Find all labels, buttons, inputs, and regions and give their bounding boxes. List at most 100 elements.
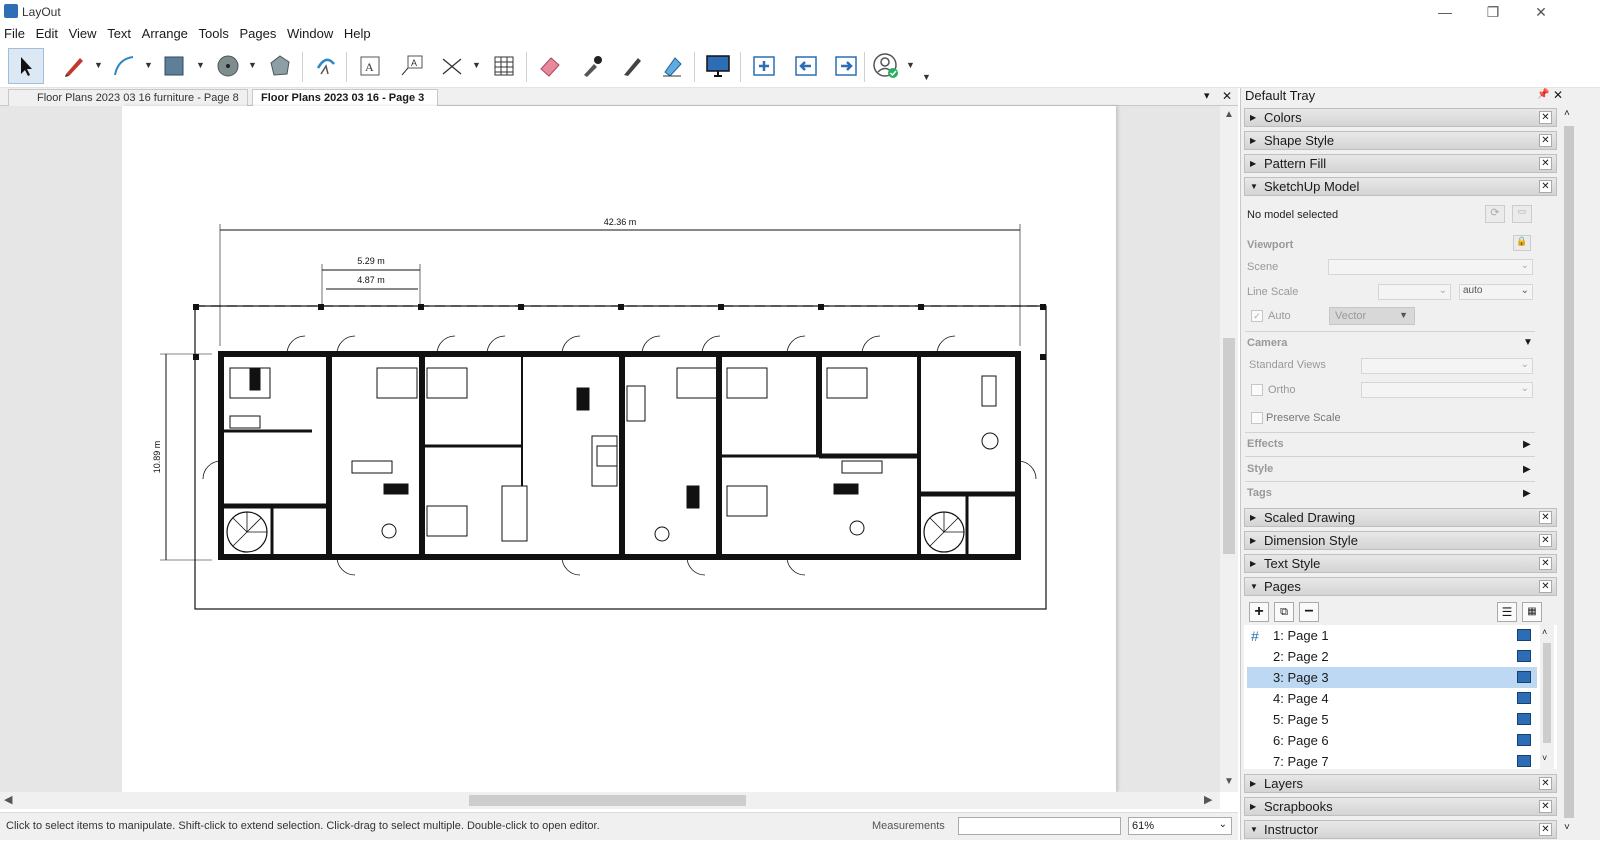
close-window-button[interactable]: ✕ [1518, 2, 1564, 22]
line-tool-dropdown-icon[interactable]: ▼ [94, 60, 104, 70]
monitor-icon[interactable] [1517, 692, 1531, 704]
panel-close-icon[interactable]: ✕ [1539, 580, 1552, 593]
scroll-down-icon[interactable]: ▼ [1224, 776, 1234, 787]
panel-close-icon[interactable]: ✕ [1539, 534, 1552, 547]
panel-pages[interactable]: ▼ Pages ✕ [1244, 577, 1557, 596]
pages-scroll-thumb[interactable] [1543, 643, 1551, 743]
menu-help[interactable]: Help [341, 24, 374, 43]
camera-collapse-icon[interactable]: ▼ [1523, 337, 1533, 348]
panel-close-icon[interactable]: ✕ [1539, 180, 1552, 193]
monitor-icon[interactable] [1517, 671, 1531, 683]
previous-page-button[interactable] [788, 48, 824, 84]
panel-instructor[interactable]: ▼ Instructor ✕ [1244, 820, 1557, 839]
monitor-icon[interactable] [1517, 650, 1531, 662]
style-expand-icon[interactable]: ▶ [1523, 464, 1531, 475]
add-page-button[interactable] [746, 48, 782, 84]
line-tool-button[interactable] [56, 48, 92, 84]
line-scale-input[interactable]: ⌄ [1378, 284, 1451, 300]
menu-text[interactable]: Text [104, 24, 134, 43]
tabs-dropdown-icon[interactable]: ▾ [1204, 89, 1210, 102]
panel-close-icon[interactable]: ✕ [1539, 557, 1552, 570]
monitor-icon[interactable] [1517, 629, 1531, 641]
tab-document-page-8[interactable]: Floor Plans 2023 03 16 furniture - Page … [8, 89, 248, 106]
minimize-button[interactable]: — [1422, 2, 1468, 22]
scroll-up-icon[interactable]: ˄ [1564, 108, 1570, 119]
auto-checkbox[interactable]: ✓ [1251, 310, 1263, 322]
table-tool-button[interactable] [486, 48, 522, 84]
link-model-icon[interactable]: ▭ [1512, 205, 1532, 223]
arc-tool-dropdown-icon[interactable]: ▼ [144, 60, 154, 70]
panel-close-icon[interactable]: ✕ [1539, 511, 1552, 524]
orbit-tool-button[interactable] [308, 48, 344, 84]
add-page-icon[interactable]: + [1249, 602, 1269, 622]
page-row-7[interactable]: 7: Page 7 [1247, 751, 1537, 769]
remove-page-icon[interactable]: − [1299, 602, 1319, 622]
pages-list-scrollbar[interactable]: ˄ ˅ [1540, 625, 1554, 769]
split-tool-button[interactable] [614, 48, 650, 84]
tab-document-page-3[interactable]: Floor Plans 2023 03 16 - Page 3 [252, 89, 438, 106]
presentation-button[interactable] [700, 48, 736, 84]
scroll-right-icon[interactable]: ▶ [1204, 793, 1212, 806]
dimension-tool-button[interactable] [434, 48, 470, 84]
menu-window[interactable]: Window [284, 24, 336, 43]
close-tab-icon[interactable]: ✕ [1222, 89, 1232, 103]
floor-plan-drawing[interactable]: 42.36 m 5.29 m 4.87 m 10.89 m [122, 106, 1116, 792]
list-view-icon[interactable]: ☰ [1497, 602, 1517, 622]
page-row-1[interactable]: 1: Page 1 [1247, 625, 1537, 646]
text-tool-button[interactable]: A [352, 48, 388, 84]
circle-tool-dropdown-icon[interactable]: ▼ [248, 60, 258, 70]
page-row-4[interactable]: 4: Page 4 [1247, 688, 1537, 709]
dimension-tool-dropdown-icon[interactable]: ▼ [472, 60, 482, 70]
panel-close-icon[interactable]: ✕ [1539, 800, 1552, 813]
panel-colors[interactable]: ▶ Colors ✕ [1244, 108, 1557, 127]
page-row-6[interactable]: 6: Page 6 [1247, 730, 1537, 751]
tags-expand-icon[interactable]: ▶ [1523, 488, 1531, 499]
measurements-input[interactable] [958, 817, 1121, 835]
scroll-down-icon[interactable]: ˅ [1564, 822, 1570, 833]
panel-close-icon[interactable]: ✕ [1539, 111, 1552, 124]
thumbnail-view-icon[interactable]: ▦ [1522, 602, 1542, 622]
monitor-icon[interactable] [1517, 755, 1531, 767]
effects-expand-icon[interactable]: ▶ [1523, 439, 1531, 450]
horizontal-scroll-thumb[interactable] [469, 795, 746, 806]
panel-sketchup-model[interactable]: ▼ SketchUp Model ✕ [1244, 177, 1557, 196]
zoom-select[interactable]: 61% ⌄ [1128, 817, 1232, 835]
rectangle-tool-dropdown-icon[interactable]: ▼ [196, 60, 206, 70]
ortho-scale-select[interactable]: ⌄ [1361, 382, 1533, 398]
monitor-icon[interactable] [1517, 713, 1531, 725]
scroll-down-icon[interactable]: ˅ [1542, 753, 1547, 763]
page-row-5[interactable]: 5: Page 5 [1247, 709, 1537, 730]
select-tool-button[interactable] [8, 48, 44, 84]
panel-layers[interactable]: ▶ Layers ✕ [1244, 774, 1557, 793]
render-mode-select[interactable]: Vector ▼ [1329, 307, 1415, 325]
panel-text-style[interactable]: ▶ Text Style ✕ [1244, 554, 1557, 573]
line-scale-select[interactable]: auto ⌄ [1459, 284, 1533, 300]
toolbar-overflow-icon[interactable]: ▼ [922, 72, 932, 82]
tray-scroll-thumb[interactable] [1564, 126, 1574, 818]
eraser-tool-button[interactable] [532, 48, 568, 84]
page-row-3[interactable]: 3: Page 3 [1247, 667, 1537, 688]
menu-view[interactable]: View [66, 24, 100, 43]
refresh-model-icon[interactable]: ⟳ [1485, 205, 1505, 223]
scroll-left-icon[interactable]: ◀ [4, 793, 12, 806]
ortho-checkbox[interactable] [1251, 384, 1263, 396]
panel-close-icon[interactable]: ✕ [1539, 134, 1552, 147]
tray-scrollbar[interactable]: ˄ ˅ [1561, 108, 1577, 838]
account-dropdown-icon[interactable]: ▼ [906, 60, 916, 70]
scroll-up-icon[interactable]: ▲ [1224, 109, 1234, 120]
menu-arrange[interactable]: Arrange [139, 24, 191, 43]
vertical-scroll-thumb[interactable] [1223, 338, 1235, 554]
paper-page[interactable]: 42.36 m 5.29 m 4.87 m 10.89 m [122, 106, 1116, 792]
standard-views-select[interactable]: ⌄ [1361, 358, 1533, 374]
panel-pattern-fill[interactable]: ▶ Pattern Fill ✕ [1244, 154, 1557, 173]
duplicate-page-icon[interactable]: ⧉ [1274, 602, 1294, 622]
panel-close-icon[interactable]: ✕ [1539, 157, 1552, 170]
document-canvas[interactable]: 42.36 m 5.29 m 4.87 m 10.89 m [0, 106, 1220, 792]
panel-close-icon[interactable]: ✕ [1539, 777, 1552, 790]
join-tool-button[interactable] [654, 48, 690, 84]
account-button[interactable] [868, 48, 904, 84]
panel-shape-style[interactable]: ▶ Shape Style ✕ [1244, 131, 1557, 150]
label-tool-button[interactable]: A [394, 48, 430, 84]
next-page-button[interactable] [828, 48, 864, 84]
monitor-icon[interactable] [1517, 734, 1531, 746]
